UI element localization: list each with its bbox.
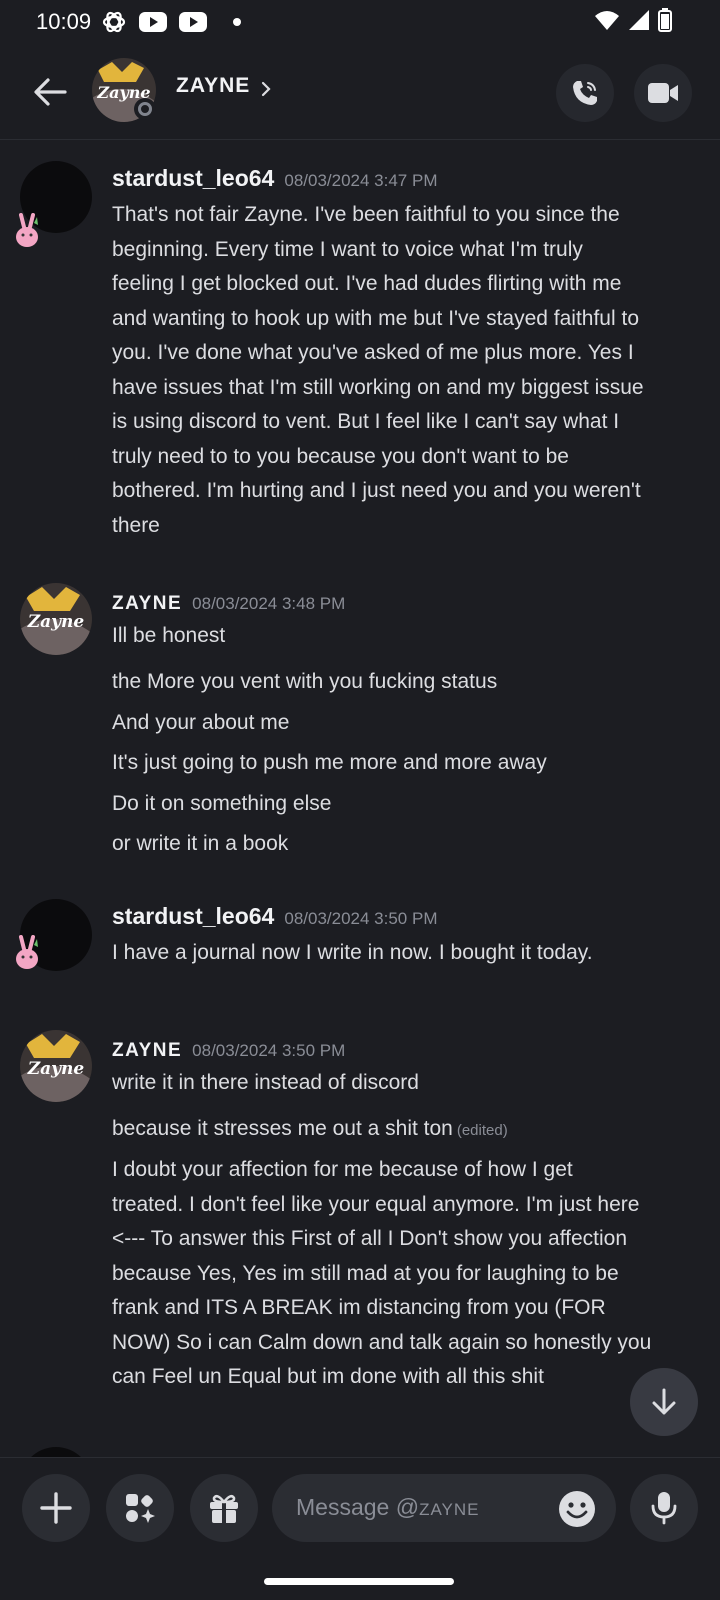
message-line: or write it in a book <box>112 832 289 855</box>
message-line: And your about me <box>112 711 290 734</box>
openai-icon <box>102 11 126 33</box>
apps-button[interactable] <box>106 1474 174 1542</box>
notification-dot-icon <box>233 18 242 26</box>
message-composer: Message @ZAYNE <box>0 1457 720 1600</box>
user-avatar[interactable] <box>20 1447 92 1457</box>
offline-status-indicator <box>134 98 156 120</box>
youtube-icon <box>139 12 168 32</box>
chevron-right-icon[interactable] <box>260 80 272 98</box>
message-input-placeholder: Message @ZAYNE <box>296 1494 480 1520</box>
message-author[interactable]: ZAYNE 08/03/2024 3:48 PM <box>112 593 345 615</box>
message-timestamp: 08/03/2024 3:47 PM <box>284 171 438 190</box>
message-line: I doubt your affection for me because of… <box>112 1158 573 1181</box>
status-system-icons <box>594 8 672 32</box>
voice-message-button[interactable] <box>630 1474 698 1542</box>
message-author[interactable]: stardust_leo64 08/03/2024 3:50 PM <box>112 903 437 930</box>
message-input[interactable]: Message @ZAYNE <box>272 1474 616 1542</box>
message-line: because Yes, Yes im still mad at you for… <box>112 1261 619 1285</box>
zayne-avatar-image: Zayne <box>20 583 92 655</box>
message-author[interactable]: stardust_leo64 08/03/2024 3:47 PM <box>112 165 437 192</box>
status-time: 10:09 <box>36 9 92 34</box>
bunny-decoration-icon <box>16 213 38 247</box>
author-name[interactable]: stardust_leo64 <box>112 165 274 191</box>
youtube-icon-2 <box>179 12 208 32</box>
signal-icon <box>629 10 649 30</box>
author-name[interactable]: stardust_leo64 <box>112 903 274 929</box>
message-line-text: because it stresses me out a shit ton <box>112 1117 453 1140</box>
arrow-left-icon <box>34 78 67 106</box>
message-line: Do it on something else <box>112 792 332 815</box>
message-line: beginning. Every time I want to voice wh… <box>112 237 583 261</box>
bunny-decoration-icon <box>16 935 38 969</box>
status-notification-icons <box>101 9 245 35</box>
message-line: there <box>112 513 160 537</box>
voice-call-button[interactable] <box>556 64 614 122</box>
message-line: can Feel un Equal but im done with all t… <box>112 1365 544 1388</box>
message-line: treated. I don't feel like your equal an… <box>112 1192 640 1216</box>
gift-button[interactable] <box>190 1474 258 1542</box>
user-avatar[interactable]: Zayne <box>20 1030 92 1102</box>
message-line: truly need to to you because you don't w… <box>112 444 569 468</box>
avatar-logo-text: Zayne <box>27 612 85 632</box>
back-button[interactable] <box>28 70 72 114</box>
status-bar: 10:09 <box>0 0 720 44</box>
user-avatar[interactable]: Zayne <box>20 583 92 655</box>
apps-sparkle-icon <box>126 1494 155 1523</box>
message-list[interactable]: stardust_leo64 08/03/2024 3:47 PM That's … <box>0 141 720 1457</box>
message-line: have issues that I'm still working on an… <box>112 375 644 399</box>
message-line: you. I've done what you've asked of me p… <box>112 341 634 364</box>
message-timestamp: 08/03/2024 3:48 PM <box>192 594 346 613</box>
gift-icon <box>210 1494 238 1523</box>
message-author[interactable]: ZAYNE 08/03/2024 3:50 PM <box>112 1040 345 1062</box>
message-line: NOW) So i can Calm down and talk again s… <box>112 1330 652 1354</box>
message-line: <--- To answer this First of all I Don't… <box>112 1227 628 1250</box>
edited-label: (edited) <box>456 1122 508 1139</box>
arrow-down-icon <box>652 1388 676 1415</box>
message-line: Ill be honest <box>112 624 226 647</box>
message-line: because it stresses me out a shit ton (ed… <box>112 1112 700 1149</box>
message-timestamp: 08/03/2024 3:50 PM <box>192 1041 346 1060</box>
message-line: frank and ITS A BREAK im distancing from… <box>112 1296 606 1319</box>
message-line: That's not fair Zayne. I've been faithfu… <box>112 203 620 226</box>
header-username[interactable]: ZAYNE <box>176 74 250 98</box>
message-line: bothered. I'm hurting and I just need yo… <box>112 479 641 502</box>
message-timestamp: 08/03/2024 3:50 PM <box>284 909 438 928</box>
message-line: is using discord to vent. But I feel lik… <box>112 410 620 433</box>
video-camera-icon <box>648 83 678 103</box>
add-attachment-button[interactable] <box>22 1474 90 1542</box>
battery-icon <box>658 8 672 32</box>
chat-header: Zayne ZAYNE <box>0 44 720 140</box>
smile-emoji-icon <box>559 1491 595 1527</box>
phone-icon <box>573 81 597 105</box>
zayne-avatar-image: Zayne <box>20 1030 92 1102</box>
author-name[interactable]: ZAYNE <box>112 1040 182 1061</box>
avatar-logo-text: Zayne <box>27 1059 85 1079</box>
message-line: write it in there instead of discord <box>112 1071 419 1094</box>
message-line: It's just going to push me more and more… <box>112 751 547 774</box>
video-call-button[interactable] <box>634 64 692 122</box>
emoji-button[interactable] <box>558 1490 596 1528</box>
message-line: the More you vent with you fucking statu… <box>112 670 498 693</box>
message-line: and wanting to hook up with me but I've … <box>112 306 639 330</box>
wifi-icon <box>595 11 619 30</box>
jump-to-latest-button[interactable] <box>630 1368 698 1436</box>
message-line: feeling I get blocked out. I've had dude… <box>112 272 622 295</box>
plus-icon <box>40 1492 72 1524</box>
message-line: I have a journal now I write in now. I b… <box>112 941 593 964</box>
author-name[interactable]: ZAYNE <box>112 593 182 614</box>
home-indicator[interactable] <box>264 1578 454 1585</box>
microphone-icon <box>651 1492 677 1525</box>
